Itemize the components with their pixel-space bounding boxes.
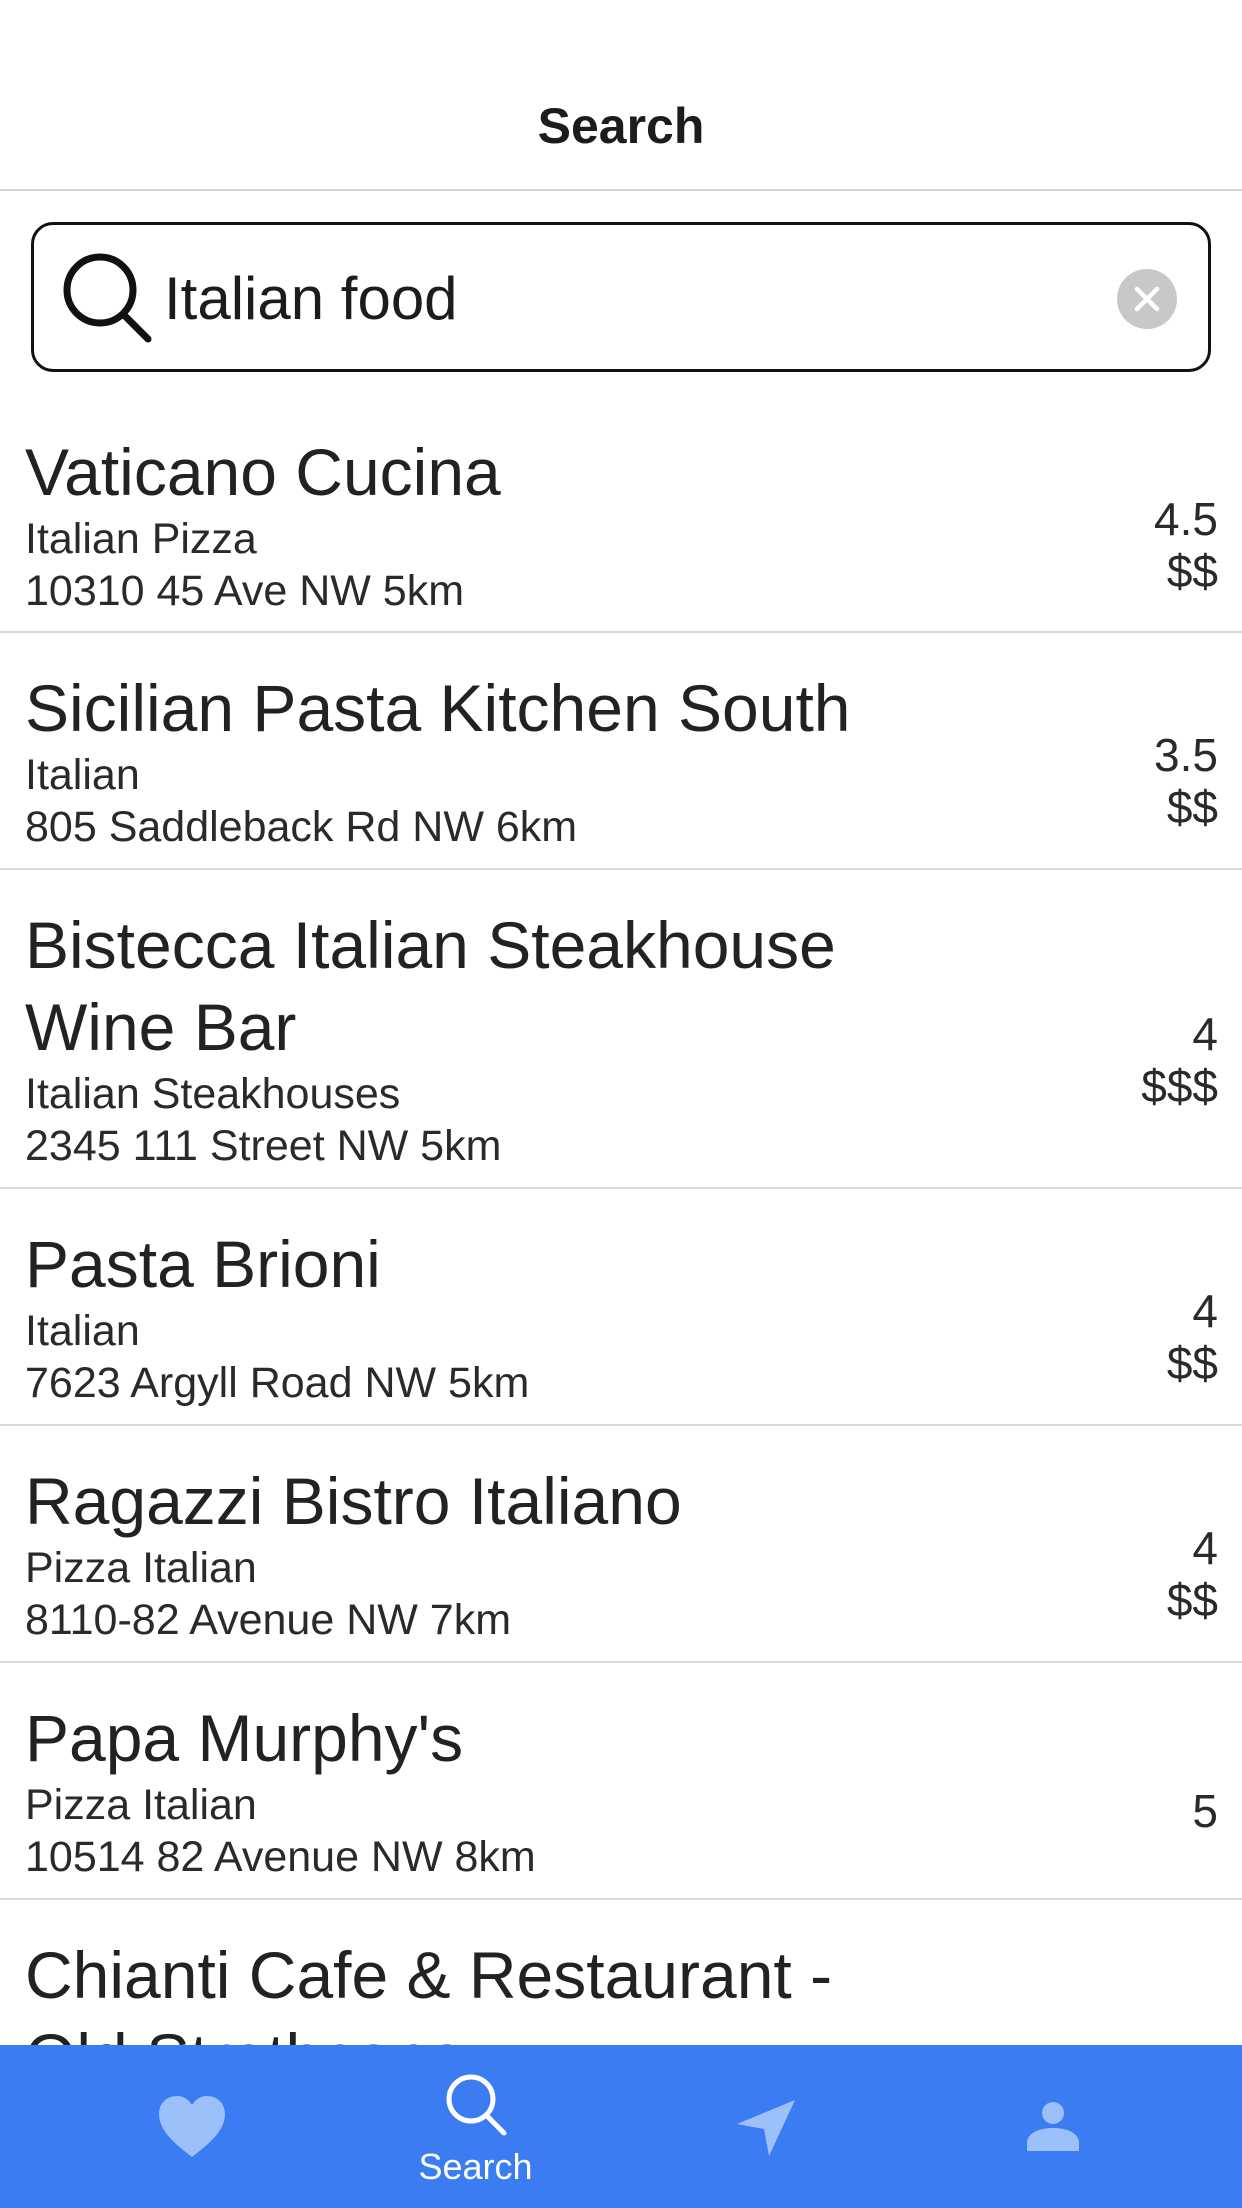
restaurant-rating: 4 [1192,1285,1218,1337]
restaurant-category: Pizza Italian [25,1781,257,1829]
restaurant-price: $$$ [1141,1060,1218,1112]
restaurant-address: 10514 82 Avenue NW 8km [25,1833,536,1881]
restaurant-address: 7623 Argyll Road NW 5km [25,1359,530,1407]
list-item[interactable]: Vaticano Cucina Italian Pizza 10310 45 A… [0,395,1242,633]
list-item[interactable]: Chianti Cafe & Restaurant - Old Strathco… [0,1900,1242,2045]
restaurant-address: 10310 45 Ave NW 5km [25,567,465,615]
restaurant-address: 2345 111 Street NW 5km [25,1122,502,1170]
restaurant-category: Italian [25,751,140,799]
list-item[interactable]: Sicilian Pasta Kitchen South Italian 805… [0,633,1242,870]
restaurant-rating: 4 [1192,1008,1218,1060]
restaurant-rating: 4 [1192,1522,1218,1574]
restaurant-name: Vaticano Cucina [25,435,501,509]
restaurant-name: Ragazzi Bistro Italiano [25,1464,682,1538]
search-icon [446,2074,507,2136]
restaurant-name: Bistecca Italian Steakhouse Wine Bar [25,908,836,1064]
list-item[interactable]: Papa Murphy's Pizza Italian 10514 82 Ave… [0,1663,1242,1900]
tab-profile[interactable] [900,2045,1211,2208]
tab-nearby[interactable] [610,2045,921,2208]
results-list[interactable]: Vaticano Cucina Italian Pizza 10310 45 A… [0,395,1242,2045]
search-input[interactable] [164,253,1124,343]
nav-header: Search [0,0,1242,191]
person-icon [1027,2102,1079,2151]
restaurant-address: 8110-82 Avenue NW 7km [25,1596,512,1644]
search-icon [63,253,152,343]
restaurant-price: $$ [1166,1337,1218,1389]
list-item[interactable]: Pasta Brioni Italian 7623 Argyll Road NW… [0,1189,1242,1426]
restaurant-price: $$ [1166,781,1218,833]
restaurant-rating: 3.5 [1154,729,1218,781]
restaurant-name: Papa Murphy's [25,1701,464,1775]
restaurant-name: Chianti Cafe & Restaurant - Old Strathco… [25,1938,833,2045]
list-item[interactable]: Bistecca Italian Steakhouse Wine Bar Ita… [0,870,1242,1189]
restaurant-rating: 4.5 [1154,493,1218,545]
restaurant-category: Italian Pizza [25,515,257,563]
page-title: Search [537,98,705,154]
list-item[interactable]: Ragazzi Bistro Italiano Pizza Italian 81… [0,1426,1242,1663]
restaurant-name: Sicilian Pasta Kitchen South [25,671,851,745]
close-icon [1134,286,1160,312]
tab-bar: Search [0,2045,1242,2208]
restaurant-rating: 5 [1192,1785,1218,1837]
restaurant-category: Italian [25,1307,140,1355]
tab-search-label: Search [418,2146,533,2187]
restaurant-name: Pasta Brioni [25,1227,381,1301]
restaurant-price: $$ [1166,545,1218,597]
restaurant-category: Italian Steakhouses [25,1070,401,1118]
search-bar[interactable] [31,222,1211,372]
restaurant-address: 805 Saddleback Rd NW 6km [25,803,578,851]
tab-favorites[interactable] [35,2045,346,2208]
restaurant-price: $$ [1166,1574,1218,1626]
tab-search[interactable]: Search [320,2045,631,2208]
location-arrow-icon [737,2100,795,2156]
heart-icon [159,2096,225,2157]
restaurant-category: Pizza Italian [25,1544,257,1592]
clear-search-button[interactable] [1117,269,1177,329]
